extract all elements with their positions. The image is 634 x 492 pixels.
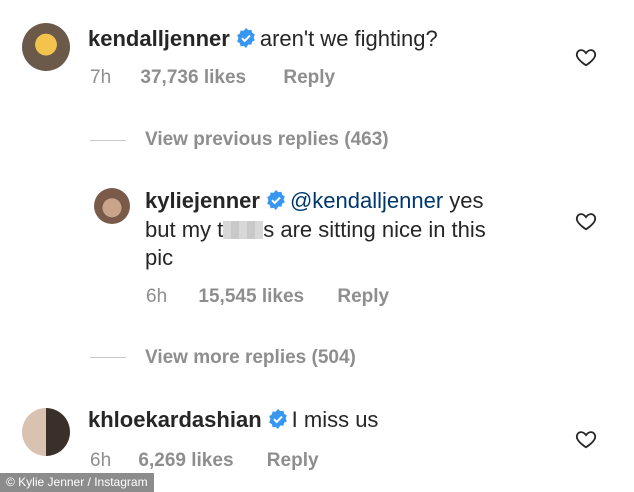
comment-text-part: yes bbox=[443, 188, 484, 213]
verified-badge-icon bbox=[267, 190, 285, 210]
comment-text: I miss us bbox=[291, 407, 379, 432]
comment-khloekardashian: khloekardashian I miss us bbox=[88, 405, 378, 435]
comment-time: 7h bbox=[90, 67, 112, 88]
comment-text-part: pic bbox=[145, 245, 174, 270]
verified-badge-icon bbox=[237, 28, 255, 48]
censor-blur bbox=[223, 221, 264, 239]
comment-text-part: but my t bbox=[145, 217, 224, 242]
reply-button[interactable]: Reply bbox=[267, 450, 319, 472]
comment-meta: 7h 37,736 likes Reply bbox=[90, 67, 335, 89]
avatar-kendalljenner[interactable] bbox=[22, 23, 70, 71]
comment-kyliejenner-line3: pic bbox=[145, 243, 173, 273]
reply-button[interactable]: Reply bbox=[337, 286, 389, 308]
likes-count[interactable]: 37,736 likes bbox=[140, 67, 246, 89]
heart-icon[interactable] bbox=[575, 46, 597, 68]
verified-badge-icon bbox=[268, 409, 287, 429]
view-previous-replies[interactable]: View previous replies (463) bbox=[145, 129, 389, 151]
mention-link[interactable]: @kendalljenner bbox=[290, 188, 443, 213]
comment-time: 6h bbox=[146, 286, 168, 307]
reply-button[interactable]: Reply bbox=[283, 67, 335, 89]
heart-icon[interactable] bbox=[575, 210, 597, 232]
comment-meta: 6h 6,269 likes Reply bbox=[90, 450, 319, 472]
likes-count[interactable]: 6,269 likes bbox=[138, 450, 233, 472]
view-more-replies[interactable]: View more replies (504) bbox=[145, 347, 356, 369]
username-kendalljenner[interactable]: kendalljenner bbox=[88, 26, 230, 51]
username-kyliejenner[interactable]: kyliejenner bbox=[145, 188, 260, 213]
photo-credit: © Kylie Jenner / Instagram bbox=[0, 473, 154, 492]
comment-meta: 6h 15,545 likes Reply bbox=[146, 286, 389, 308]
thread-divider bbox=[90, 357, 126, 358]
comment-text-part: s are sitting nice in this bbox=[263, 217, 486, 242]
comment-text: aren't we fighting? bbox=[259, 26, 438, 51]
username-khloekardashian[interactable]: khloekardashian bbox=[88, 407, 262, 432]
avatar-khloekardashian[interactable] bbox=[22, 408, 70, 456]
comment-kendalljenner: kendalljenner aren't we fighting? bbox=[88, 24, 438, 54]
avatar-kyliejenner[interactable] bbox=[94, 188, 130, 224]
comment-time: 6h bbox=[90, 450, 112, 471]
comment-kyliejenner-line2: but my t s are sitting nice in this bbox=[145, 215, 486, 245]
thread-divider bbox=[90, 140, 126, 141]
comment-kyliejenner-line1: kyliejenner @kendalljenner yes bbox=[145, 186, 484, 216]
heart-icon[interactable] bbox=[575, 428, 597, 450]
likes-count[interactable]: 15,545 likes bbox=[198, 286, 304, 308]
